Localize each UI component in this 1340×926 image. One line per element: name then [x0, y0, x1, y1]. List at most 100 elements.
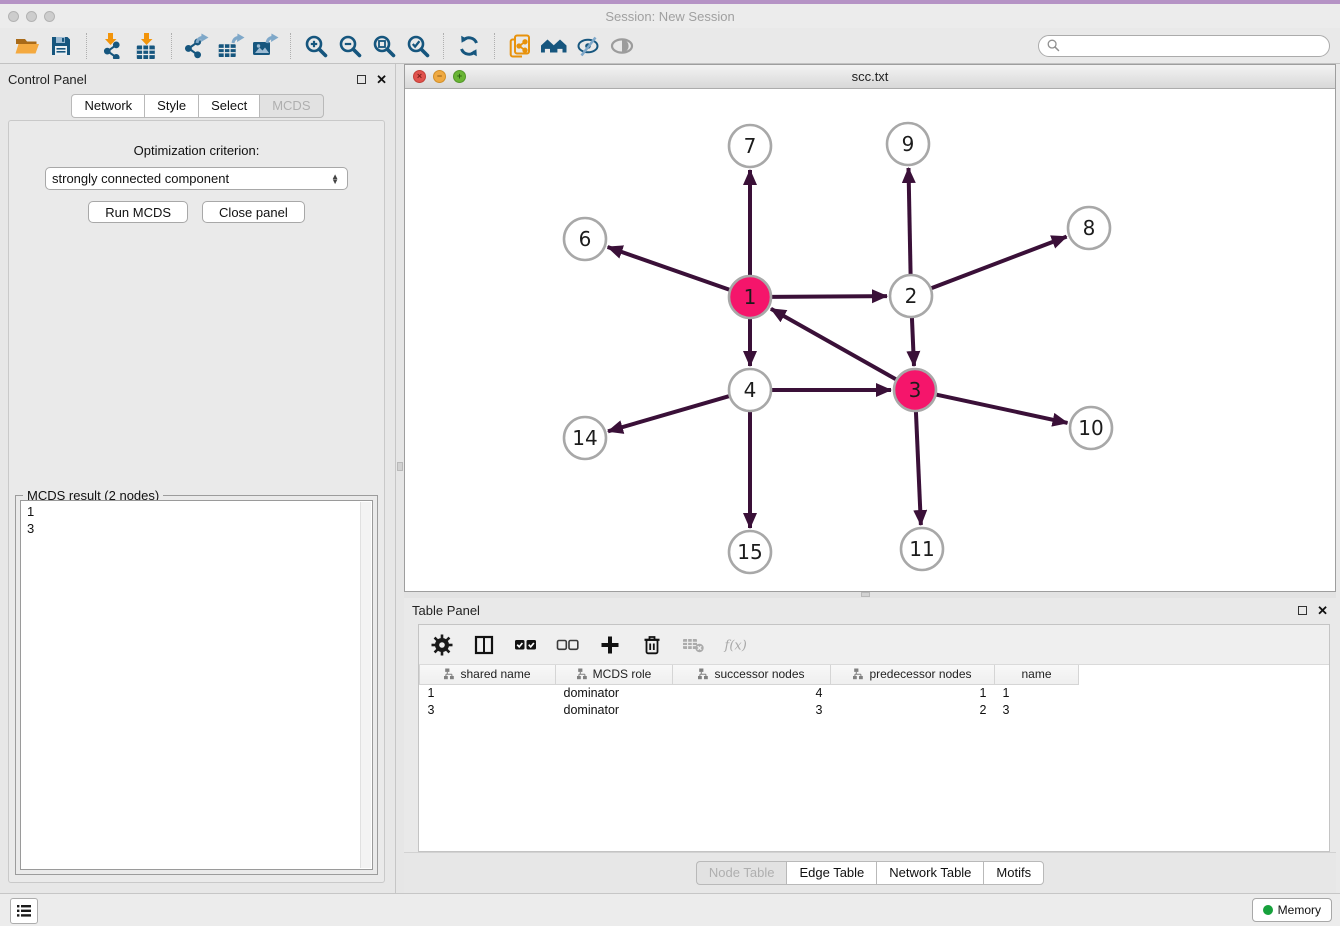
search-box: [1038, 35, 1330, 57]
graph-node-1[interactable]: 1: [729, 276, 771, 318]
control-tab-select[interactable]: Select: [198, 94, 259, 118]
edge-1-6[interactable]: [608, 247, 731, 290]
column-header-successor-nodes[interactable]: successor nodes: [673, 665, 831, 684]
control-tab-network[interactable]: Network: [71, 94, 144, 118]
node-label: 7: [744, 134, 757, 158]
show-all-button[interactable]: [605, 31, 639, 61]
save-session-button[interactable]: [44, 31, 78, 61]
column-label: predecessor nodes: [869, 667, 971, 681]
edge-2-3[interactable]: [912, 317, 914, 366]
open-session-button[interactable]: [10, 31, 44, 61]
network-graph[interactable]: 7 9 6 8 1 2 4 3 14 10 15 11: [405, 89, 1335, 591]
criterion-select[interactable]: strongly connected component ▲▼: [45, 167, 348, 190]
mcds-result-textarea[interactable]: 1 3: [20, 500, 373, 870]
table-row[interactable]: 3dominator323: [420, 701, 1330, 718]
graph-node-3[interactable]: 3: [894, 369, 936, 411]
node-label: 15: [737, 540, 762, 564]
cell-predecessor-nodes[interactable]: 2: [831, 701, 995, 718]
cell-successor-nodes[interactable]: 4: [673, 684, 831, 701]
cell-name[interactable]: 1: [995, 684, 1079, 701]
close-panel-button[interactable]: Close panel: [202, 201, 305, 223]
memory-label: Memory: [1278, 903, 1321, 917]
graph-node-15[interactable]: 15: [729, 531, 771, 573]
column-header-shared-name[interactable]: shared name: [420, 665, 556, 684]
vertical-splitter[interactable]: [396, 64, 404, 893]
horizontal-splitter-handle[interactable]: [861, 592, 870, 597]
control-tab-mcds[interactable]: MCDS: [259, 94, 323, 118]
table-tab-edge-table[interactable]: Edge Table: [786, 861, 876, 885]
column-header-name[interactable]: name: [995, 665, 1079, 684]
edge-2-9[interactable]: [909, 168, 911, 275]
window-title: Session: New Session: [0, 9, 1340, 24]
export-table-button[interactable]: [214, 31, 248, 61]
cell-predecessor-nodes[interactable]: 1: [831, 684, 995, 701]
edge-3-10[interactable]: [936, 394, 1068, 423]
main-toolbar: [0, 28, 1340, 64]
import-network-button[interactable]: [95, 31, 129, 61]
table-tab-network-table[interactable]: Network Table: [876, 861, 983, 885]
zoom-out-button[interactable]: [333, 31, 367, 61]
add-button[interactable]: [597, 632, 623, 658]
graph-node-9[interactable]: 9: [887, 123, 929, 165]
memory-button[interactable]: Memory: [1252, 898, 1332, 922]
node-label: 3: [909, 378, 922, 402]
graph-node-6[interactable]: 6: [564, 218, 606, 260]
cell-MCDS-role[interactable]: dominator: [556, 684, 673, 701]
cell-MCDS-role[interactable]: dominator: [556, 701, 673, 718]
graph-node-8[interactable]: 8: [1068, 207, 1110, 249]
edge-4-14[interactable]: [608, 396, 730, 431]
vertical-splitter-handle[interactable]: [397, 462, 403, 471]
cell-name[interactable]: 3: [995, 701, 1079, 718]
table-close-icon[interactable]: ✕: [1317, 606, 1328, 615]
zoom-fit-button[interactable]: [367, 31, 401, 61]
graph-node-4[interactable]: 4: [729, 369, 771, 411]
export-network-button[interactable]: [180, 31, 214, 61]
deselect-all-button[interactable]: [555, 632, 581, 658]
clone-network-button[interactable]: [503, 31, 537, 61]
network-canvas[interactable]: 7 9 6 8 1 2 4 3 14 10 15 11: [405, 89, 1335, 591]
hide-selected-button[interactable]: [571, 31, 605, 61]
column-header-MCDS-role[interactable]: MCDS role: [556, 665, 673, 684]
export-image-button[interactable]: [248, 31, 282, 61]
trash-button[interactable]: [639, 632, 665, 658]
float-panel-icon[interactable]: [357, 75, 366, 84]
search-input[interactable]: [1065, 39, 1321, 53]
refresh-button[interactable]: [452, 31, 486, 61]
table-row[interactable]: 1dominator411: [420, 684, 1330, 701]
run-mcds-button[interactable]: Run MCDS: [88, 201, 188, 223]
edge-3-11[interactable]: [916, 411, 921, 525]
column-header-predecessor-nodes[interactable]: predecessor nodes: [831, 665, 995, 684]
graph-node-14[interactable]: 14: [564, 417, 606, 459]
hierarchy-icon: [698, 668, 709, 680]
result-scrollbar[interactable]: [360, 502, 371, 868]
graph-node-10[interactable]: 10: [1070, 407, 1112, 449]
graph-node-2[interactable]: 2: [890, 275, 932, 317]
zoom-in-button[interactable]: [299, 31, 333, 61]
cell-shared-name[interactable]: 3: [420, 701, 556, 718]
task-history-button[interactable]: [10, 898, 38, 924]
columns-button[interactable]: [471, 632, 497, 658]
graph-node-11[interactable]: 11: [901, 528, 943, 570]
edge-2-8[interactable]: [931, 237, 1067, 289]
edge-3-1[interactable]: [771, 309, 897, 380]
table-tab-node-table[interactable]: Node Table: [696, 861, 787, 885]
import-table-button[interactable]: [129, 31, 163, 61]
cell-filler: [1079, 701, 1330, 718]
table-float-icon[interactable]: [1298, 606, 1307, 615]
task-list-icon: [16, 904, 32, 918]
select-all-button[interactable]: [513, 632, 539, 658]
control-tab-style[interactable]: Style: [144, 94, 198, 118]
table-panel-header: Table Panel ✕: [404, 598, 1336, 622]
export-network-icon: [184, 33, 210, 59]
table-header-row: shared name MCDS role successor nodes pr…: [420, 665, 1330, 684]
zoom-selected-button[interactable]: [401, 31, 435, 61]
cell-shared-name[interactable]: 1: [420, 684, 556, 701]
zoom-selected-icon: [406, 34, 430, 58]
cell-successor-nodes[interactable]: 3: [673, 701, 831, 718]
home-button[interactable]: [537, 31, 571, 61]
table-tab-motifs[interactable]: Motifs: [983, 861, 1044, 885]
edge-1-2[interactable]: [771, 296, 887, 297]
gear-button[interactable]: [429, 632, 455, 658]
graph-node-7[interactable]: 7: [729, 125, 771, 167]
close-panel-icon[interactable]: ✕: [376, 75, 387, 84]
